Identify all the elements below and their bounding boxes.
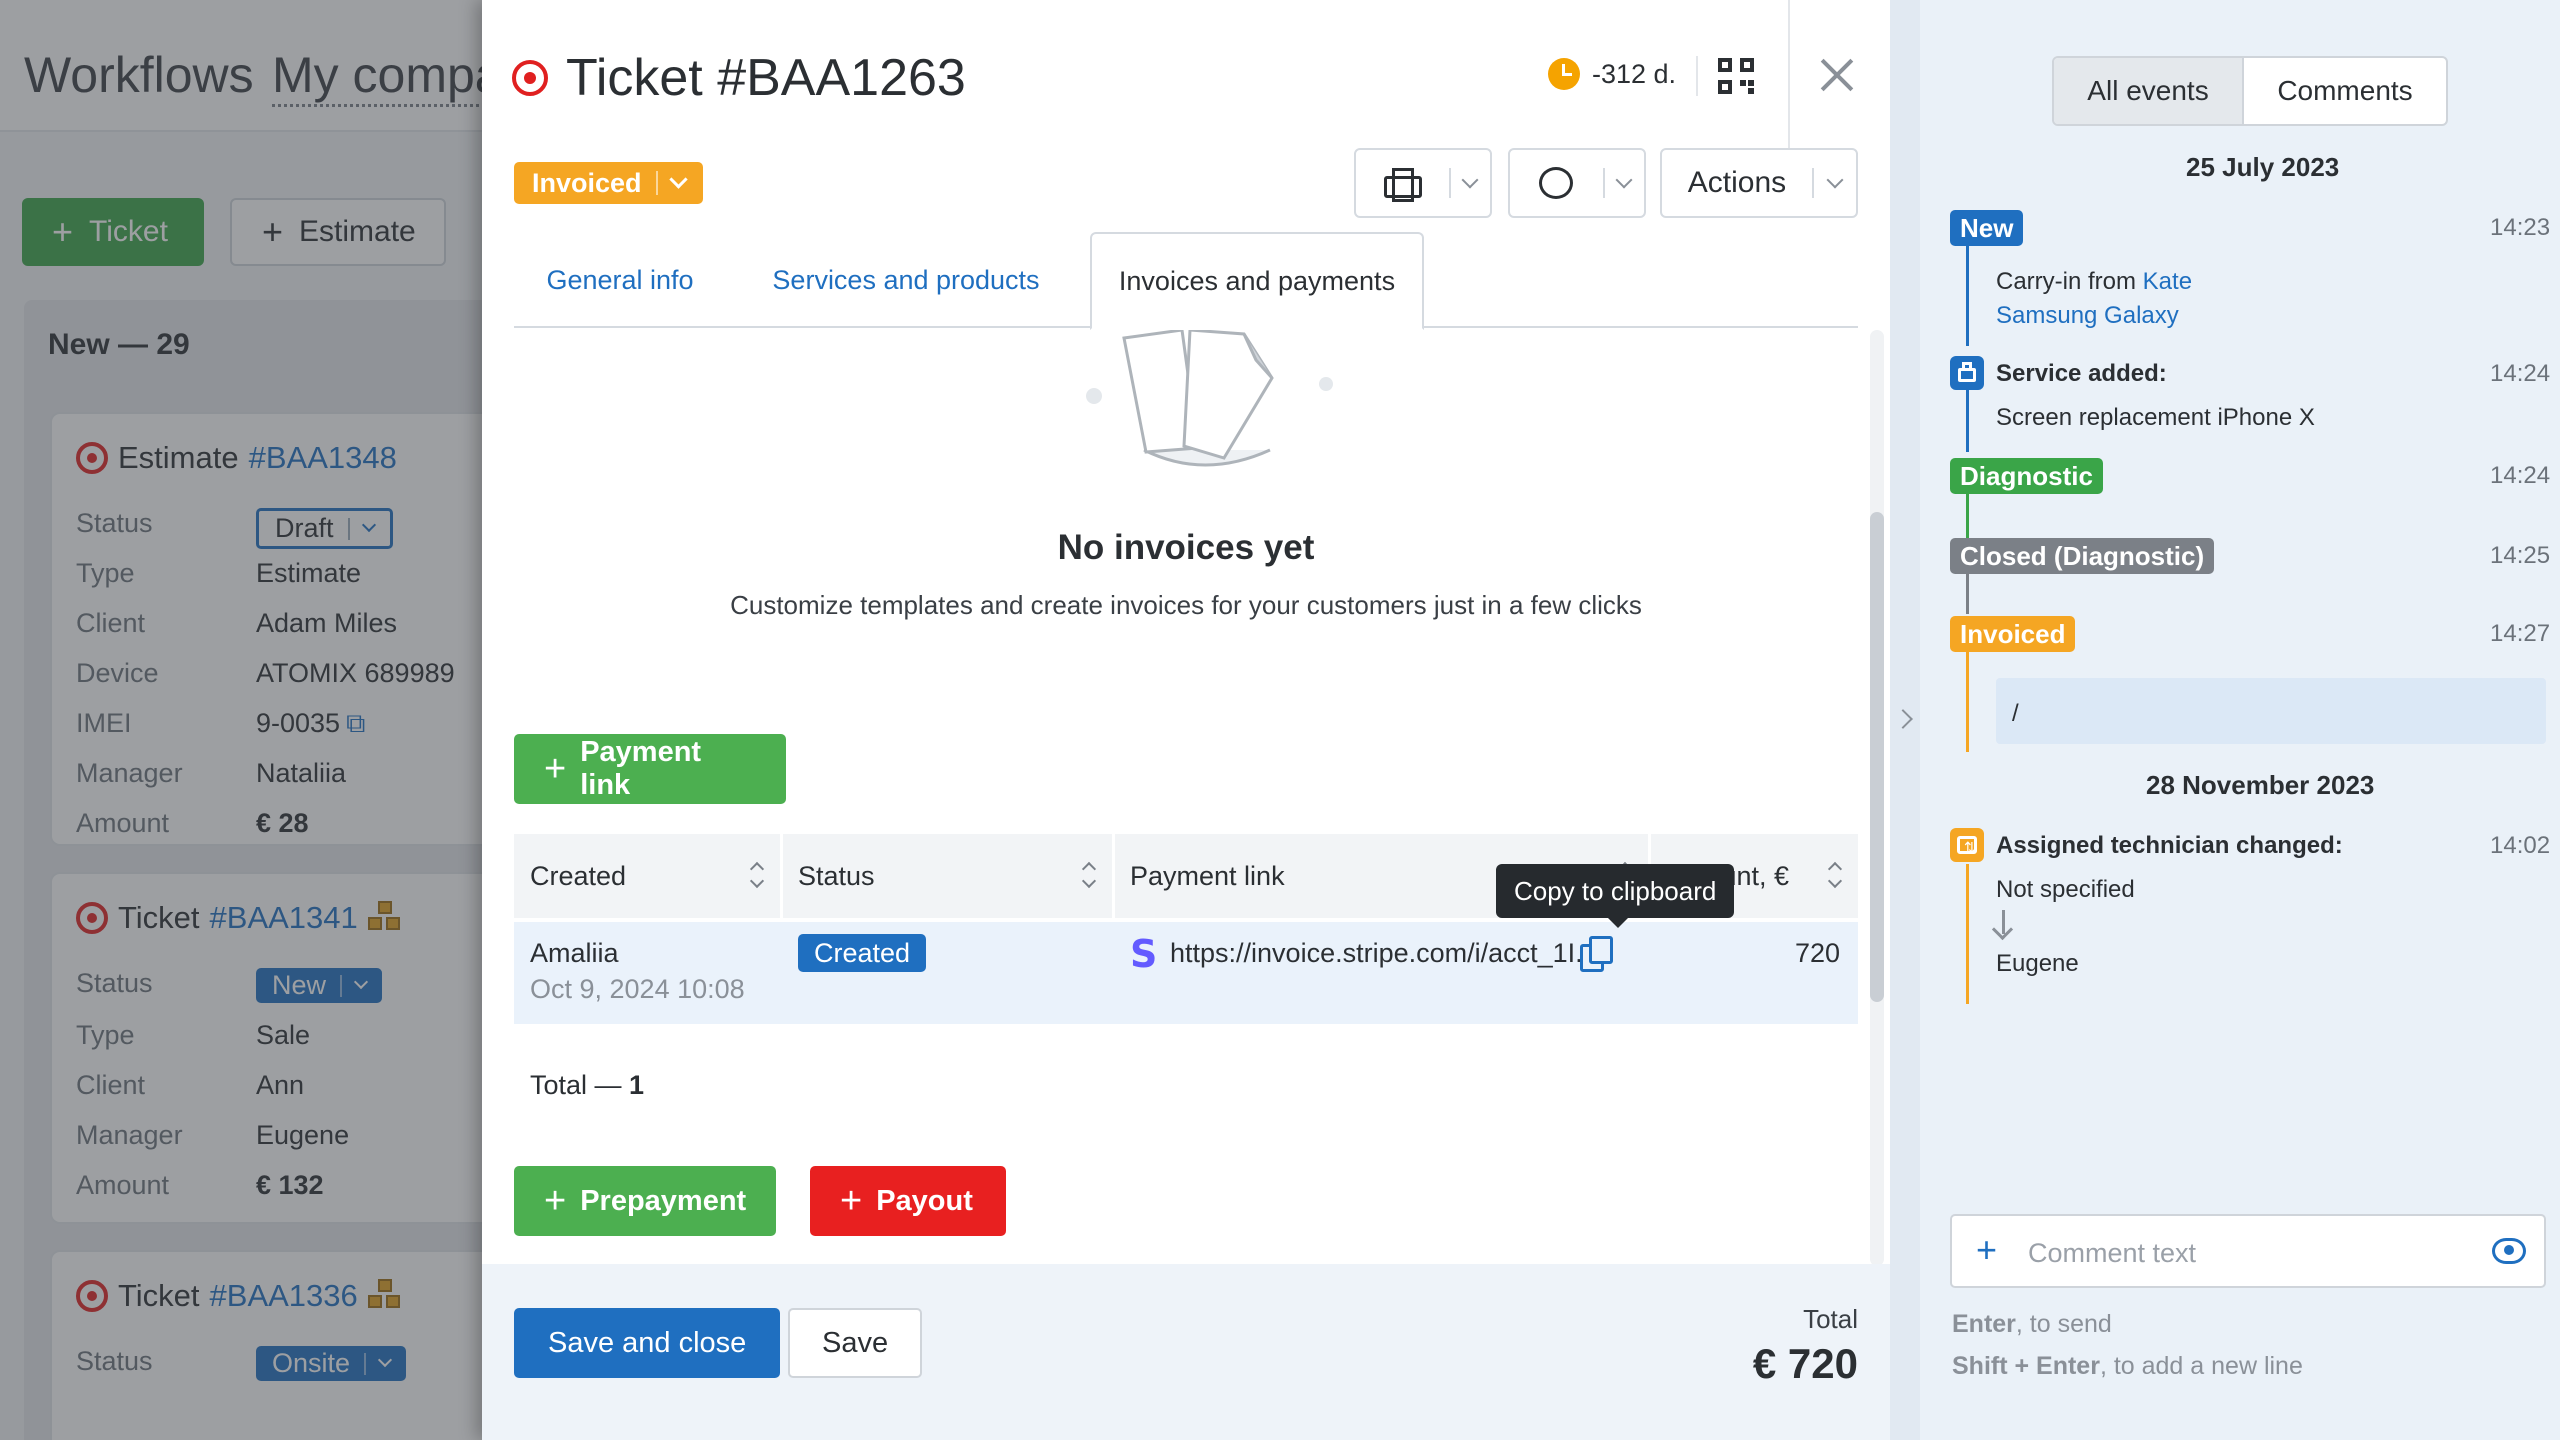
event-time: 14:25	[2490, 542, 2551, 569]
briefcase-icon	[1950, 356, 1984, 390]
sort-icon	[750, 864, 762, 888]
close-icon[interactable]	[1818, 56, 1856, 94]
stripe-icon: S	[1130, 932, 1158, 976]
save-and-close-button[interactable]: Save and close	[514, 1308, 781, 1378]
chat-bubble-icon	[1539, 167, 1574, 199]
status-badge: Created	[798, 934, 927, 972]
swap-icon: ⇅	[1950, 828, 1984, 862]
actions-button[interactable]: Actions	[1660, 148, 1858, 218]
scrollbar-thumb[interactable]	[1870, 512, 1884, 1002]
amount-value: 720	[1794, 938, 1840, 968]
event-time: 14:27	[2490, 620, 2551, 647]
clock-icon	[1548, 58, 1580, 90]
payment-link-button[interactable]: + Payment link	[514, 734, 786, 804]
payout-button[interactable]: + Payout	[810, 1166, 1006, 1236]
client-link[interactable]: Kate	[2143, 268, 2192, 295]
event-time: 14:02	[2490, 832, 2551, 859]
qr-code-icon[interactable]	[1718, 58, 1754, 94]
created-at: Oct 9, 2024 10:08	[530, 974, 745, 1004]
event-badge-closed: Closed (Diagnostic)	[1950, 538, 2215, 574]
event-time: 14:24	[2490, 360, 2551, 387]
events-filter: All events Comments	[2052, 56, 2448, 126]
table-total: Total — 1	[530, 1070, 645, 1100]
hint-new-line: Shift + Enter, to add a new line	[1952, 1352, 2303, 1380]
column-header-created[interactable]: Created	[514, 834, 780, 918]
timer-indicator: -312 d.	[1548, 58, 1676, 90]
modal-title: Ticket #BAA1263	[512, 48, 966, 108]
sort-icon	[1828, 864, 1840, 888]
tab-comments[interactable]: Comments	[2244, 58, 2446, 124]
printer-icon	[1384, 168, 1423, 202]
event-title: Service added:	[1996, 360, 2167, 387]
tab-all-events[interactable]: All events	[2054, 58, 2244, 124]
target-icon	[512, 60, 548, 96]
chevron-down-icon	[1461, 171, 1479, 188]
empty-state-title: No invoices yet	[1057, 528, 1315, 567]
payment-link-url[interactable]: https://invoice.stripe.com/i/acct_1I...	[1170, 938, 1598, 969]
event-note: /	[1996, 678, 2546, 744]
event-time: 14:23	[2490, 214, 2551, 241]
plus-icon: +	[840, 1180, 863, 1222]
event-to: Eugene	[1996, 950, 2079, 977]
tab-general-info[interactable]: General info	[514, 232, 726, 328]
plus-icon: +	[544, 748, 567, 790]
arrow-down-icon	[2002, 910, 2005, 934]
plus-icon: +	[544, 1180, 567, 1222]
event-time: 14:24	[2490, 462, 2551, 489]
attach-plus-icon[interactable]: +	[1976, 1232, 1997, 1268]
save-button[interactable]: Save	[788, 1308, 923, 1378]
ticket-modal: Ticket #BAA1263 -312 d. Invoiced Actions…	[482, 0, 1890, 1440]
created-by: Amaliia	[530, 938, 619, 968]
copy-tooltip: Copy to clipboard	[1496, 864, 1735, 928]
total-label: Total	[1803, 1304, 1858, 1334]
comment-placeholder: Comment text	[2028, 1238, 2197, 1268]
date-header: 28 November 2023	[2146, 770, 2375, 800]
sort-icon	[1082, 864, 1094, 888]
copy-icon[interactable]	[1580, 936, 1613, 972]
empty-invoices-illustration	[1086, 330, 1333, 467]
chevron-down-icon	[668, 170, 688, 189]
invoices-panel: No invoices yet Customize templates and …	[514, 330, 1858, 1264]
event-detail: Carry-in from Kate	[1996, 268, 2193, 295]
tab-services-and-products[interactable]: Services and products	[742, 232, 1070, 328]
event-from: Not specified	[1996, 876, 2135, 903]
message-button[interactable]	[1508, 148, 1646, 218]
event-title: Assigned technician changed:	[1996, 832, 2343, 859]
comment-input[interactable]: + Comment text	[1950, 1214, 2546, 1288]
modal-tabs: General info Services and products Invoi…	[514, 232, 1858, 330]
prepayment-button[interactable]: + Prepayment	[514, 1166, 776, 1236]
chevron-down-icon	[1826, 171, 1844, 188]
empty-state-subtitle: Customize templates and create invoices …	[730, 590, 1642, 620]
event-badge-new: New	[1950, 210, 2024, 246]
tab-invoices-and-payments[interactable]: Invoices and payments	[1090, 232, 1424, 330]
hint-send: Enter, to send	[1952, 1310, 2112, 1338]
chevron-down-icon	[1615, 171, 1633, 188]
modal-footer: Save and close Save Total € 720	[482, 1264, 1890, 1440]
table-row[interactable]: Amaliia Oct 9, 2024 10:08 Created S http…	[514, 922, 1858, 1024]
event-detail: Screen replacement iPhone X	[1996, 404, 2315, 431]
device-link[interactable]: Samsung Galaxy	[1996, 302, 2179, 329]
column-header-status[interactable]: Status	[782, 834, 1112, 918]
event-badge-diagnostic: Diagnostic	[1950, 458, 2103, 494]
print-button[interactable]	[1354, 148, 1492, 218]
status-dropdown[interactable]: Invoiced	[514, 162, 703, 204]
date-header: 25 July 2023	[2186, 152, 2340, 182]
event-badge-invoiced: Invoiced	[1950, 616, 2076, 652]
total-value: € 720	[1752, 1340, 1858, 1387]
eye-icon[interactable]	[2492, 1238, 2526, 1264]
